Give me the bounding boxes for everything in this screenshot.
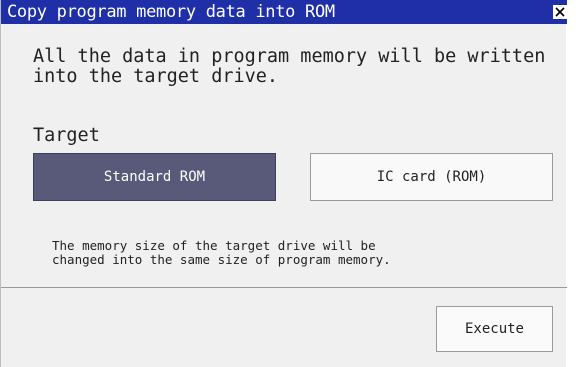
execute-label: Execute [464,321,524,337]
dialog-titlebar: Copy program memory data into ROM [1,0,567,24]
memory-size-note: The memory size of the target drive will… [52,238,391,267]
copy-rom-dialog: Copy program memory data into ROM All th… [0,0,567,367]
target-label: Target [33,125,100,146]
ic-card-rom-button[interactable]: IC card (ROM) [310,153,553,201]
dialog-title: Copy program memory data into ROM [7,2,335,22]
ic-card-rom-label: IC card (ROM) [376,169,487,185]
dialog-message: All the data in program memory will be w… [33,46,546,87]
close-icon[interactable] [553,5,567,19]
footer-divider [1,287,567,288]
standard-rom-button[interactable]: Standard ROM [33,153,276,201]
execute-button[interactable]: Execute [436,306,553,352]
standard-rom-label: Standard ROM [103,169,206,185]
